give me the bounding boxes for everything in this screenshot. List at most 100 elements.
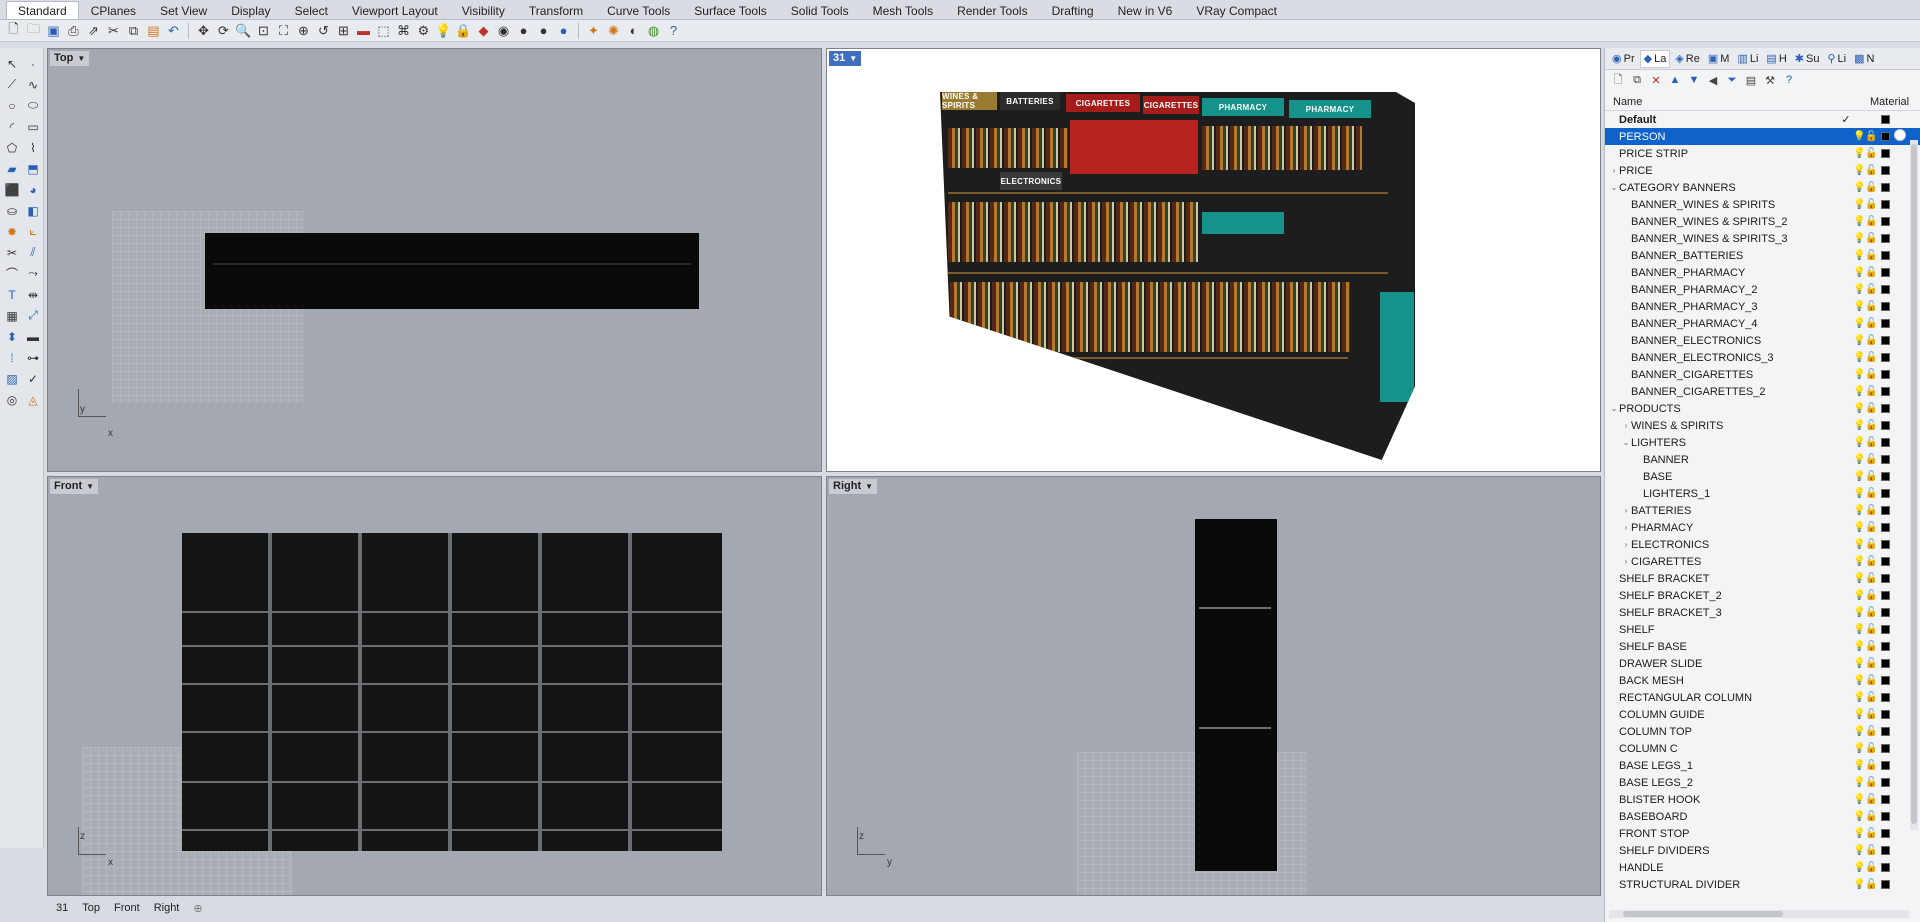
- chevron-down-icon[interactable]: ▼: [865, 479, 873, 494]
- unlock-icon[interactable]: 🔓: [1865, 369, 1877, 380]
- unlock-icon[interactable]: 🔓: [1865, 624, 1877, 635]
- split-icon[interactable]: ⫽: [23, 243, 43, 262]
- light-bulb-icon[interactable]: 💡: [1853, 216, 1865, 227]
- layer-color-swatch[interactable]: [1881, 676, 1890, 685]
- arc-icon[interactable]: ◜: [2, 117, 22, 136]
- ellipse-icon[interactable]: ⬭: [23, 96, 43, 115]
- tab-standard[interactable]: Standard: [6, 1, 79, 19]
- unlock-icon[interactable]: 🔓: [1865, 794, 1877, 805]
- rendered-icon[interactable]: ●: [555, 22, 572, 39]
- viewport-right-label[interactable]: Right ▼: [829, 479, 878, 494]
- drafting-icon[interactable]: ◬: [23, 390, 43, 409]
- light-bulb-icon[interactable]: 💡: [1853, 862, 1865, 873]
- shaded-icon[interactable]: ●: [535, 22, 552, 39]
- light-bulb-icon[interactable]: 💡: [1853, 488, 1865, 499]
- layer-color-swatch[interactable]: [1881, 795, 1890, 804]
- layer-color-swatch[interactable]: [1881, 761, 1890, 770]
- new-sublayer-icon[interactable]: ⧉: [1630, 73, 1644, 87]
- chevron-right-icon[interactable]: ›: [1621, 557, 1631, 566]
- layer-row[interactable]: BANNER_BATTERIES 💡 🔓: [1605, 247, 1920, 264]
- layer-icon[interactable]: ◆: [475, 22, 492, 39]
- layer-row[interactable]: BANNER_PHARMACY_3 💡 🔓: [1605, 298, 1920, 315]
- unlock-icon[interactable]: 🔓: [1865, 862, 1877, 873]
- text-icon[interactable]: T: [2, 285, 22, 304]
- layer-color-swatch[interactable]: [1881, 455, 1890, 464]
- light-bulb-icon[interactable]: 💡: [1853, 573, 1865, 584]
- unlock-icon[interactable]: 🔓: [1865, 709, 1877, 720]
- layer-row[interactable]: STRUCTURAL DIVIDER 💡 🔓: [1605, 876, 1920, 893]
- light-bulb-icon[interactable]: 💡: [1853, 165, 1865, 176]
- array-icon[interactable]: ⁞: [2, 348, 22, 367]
- light-bulb-icon[interactable]: 💡: [1853, 182, 1865, 193]
- tab-set-view[interactable]: Set View: [148, 1, 219, 19]
- chevron-down-icon[interactable]: ⌄: [1609, 183, 1619, 192]
- unlock-icon[interactable]: 🔓: [1865, 284, 1877, 295]
- filter-icon[interactable]: ⏷: [1725, 73, 1739, 87]
- viewport-front-label[interactable]: Front ▼: [50, 479, 99, 494]
- light-bulb-icon[interactable]: 💡: [1853, 709, 1865, 720]
- tab-render-tools[interactable]: Render Tools: [945, 1, 1040, 19]
- layer-row[interactable]: LIGHTERS_1 💡 🔓: [1605, 485, 1920, 502]
- chevron-down-icon[interactable]: ⌄: [1621, 438, 1631, 447]
- cplane-icon[interactable]: ▬: [355, 22, 372, 39]
- layer-color-swatch[interactable]: [1881, 846, 1890, 855]
- four-viewports-icon[interactable]: ⊞: [335, 22, 352, 39]
- light-bulb-icon[interactable]: 💡: [1853, 471, 1865, 482]
- transform-icon[interactable]: ⤢: [23, 306, 43, 325]
- unlock-icon[interactable]: 🔓: [1865, 403, 1877, 414]
- help-icon[interactable]: ?: [665, 22, 682, 39]
- panel-tab-1[interactable]: ◆ La: [1639, 49, 1671, 68]
- light-bulb-icon[interactable]: 💡: [1853, 777, 1865, 788]
- unlock-icon[interactable]: 🔓: [1865, 267, 1877, 278]
- layer-row[interactable]: HANDLE 💡 🔓: [1605, 859, 1920, 876]
- panel-tab-4[interactable]: ▥ Li: [1734, 50, 1761, 68]
- light-bulb-icon[interactable]: 💡: [1853, 505, 1865, 516]
- unlock-icon[interactable]: 🔓: [1865, 522, 1877, 533]
- chevron-right-icon[interactable]: ›: [1621, 421, 1631, 430]
- unlock-icon[interactable]: 🔓: [1865, 199, 1877, 210]
- point-icon[interactable]: ·: [23, 54, 43, 73]
- layer-row[interactable]: COLUMN GUIDE 💡 🔓: [1605, 706, 1920, 723]
- unlock-icon[interactable]: 🔓: [1865, 556, 1877, 567]
- layer-color-swatch[interactable]: [1881, 166, 1890, 175]
- chevron-right-icon[interactable]: ›: [1609, 166, 1619, 175]
- light-bulb-icon[interactable]: 💡: [1853, 760, 1865, 771]
- paste-icon[interactable]: ▤: [145, 22, 162, 39]
- unlock-icon[interactable]: 🔓: [1865, 420, 1877, 431]
- chevron-right-icon[interactable]: ›: [1621, 506, 1631, 515]
- current-layer-check-icon[interactable]: ✓: [1839, 113, 1853, 126]
- layer-row[interactable]: BANNER_CIGARETTES_2 💡 🔓: [1605, 383, 1920, 400]
- cylinder-icon[interactable]: ⛀: [2, 201, 22, 220]
- viewport-tab-31[interactable]: 31: [56, 902, 68, 914]
- layer-color-swatch[interactable]: [1881, 523, 1890, 532]
- color-wheel-icon[interactable]: ◉: [495, 22, 512, 39]
- snapshot-icon[interactable]: ◐: [625, 22, 642, 39]
- layer-color-swatch[interactable]: [1881, 404, 1890, 413]
- zoom-window-icon[interactable]: ⊡: [255, 22, 272, 39]
- unlock-icon[interactable]: 🔓: [1865, 777, 1877, 788]
- layer-row[interactable]: ⌄ LIGHTERS 💡 🔓: [1605, 434, 1920, 451]
- named-view-icon[interactable]: ⌘: [395, 22, 412, 39]
- chevron-down-icon[interactable]: ▼: [77, 51, 85, 66]
- hatch-icon[interactable]: ▦: [2, 306, 22, 325]
- layer-color-swatch[interactable]: [1881, 710, 1890, 719]
- rectangle-icon[interactable]: ▭: [23, 117, 43, 136]
- light-bulb-icon[interactable]: 💡: [1853, 284, 1865, 295]
- light-bulb-icon[interactable]: 💡: [1853, 352, 1865, 363]
- layer-row[interactable]: COLUMN C 💡 🔓: [1605, 740, 1920, 757]
- unlock-icon[interactable]: 🔓: [1865, 352, 1877, 363]
- globe-icon[interactable]: ◍: [645, 22, 662, 39]
- light-bulb-icon[interactable]: 💡: [1853, 386, 1865, 397]
- layer-list-vertical-scrollbar[interactable]: [1910, 140, 1918, 830]
- unlock-icon[interactable]: 🔓: [1865, 743, 1877, 754]
- layer-color-swatch[interactable]: [1881, 149, 1890, 158]
- layer-row[interactable]: › PRICE 💡 🔓: [1605, 162, 1920, 179]
- layer-row[interactable]: BANNER_CIGARETTES 💡 🔓: [1605, 366, 1920, 383]
- layer-color-swatch[interactable]: [1881, 540, 1890, 549]
- render-settings-icon[interactable]: ✺: [605, 22, 622, 39]
- tab-solid-tools[interactable]: Solid Tools: [779, 1, 861, 19]
- tab-mesh-tools[interactable]: Mesh Tools: [861, 1, 945, 19]
- layer-row[interactable]: BANNER_WINES & SPIRITS_3 💡 🔓: [1605, 230, 1920, 247]
- light-bulb-icon[interactable]: 💡: [1853, 369, 1865, 380]
- layer-row[interactable]: BANNER 💡 🔓: [1605, 451, 1920, 468]
